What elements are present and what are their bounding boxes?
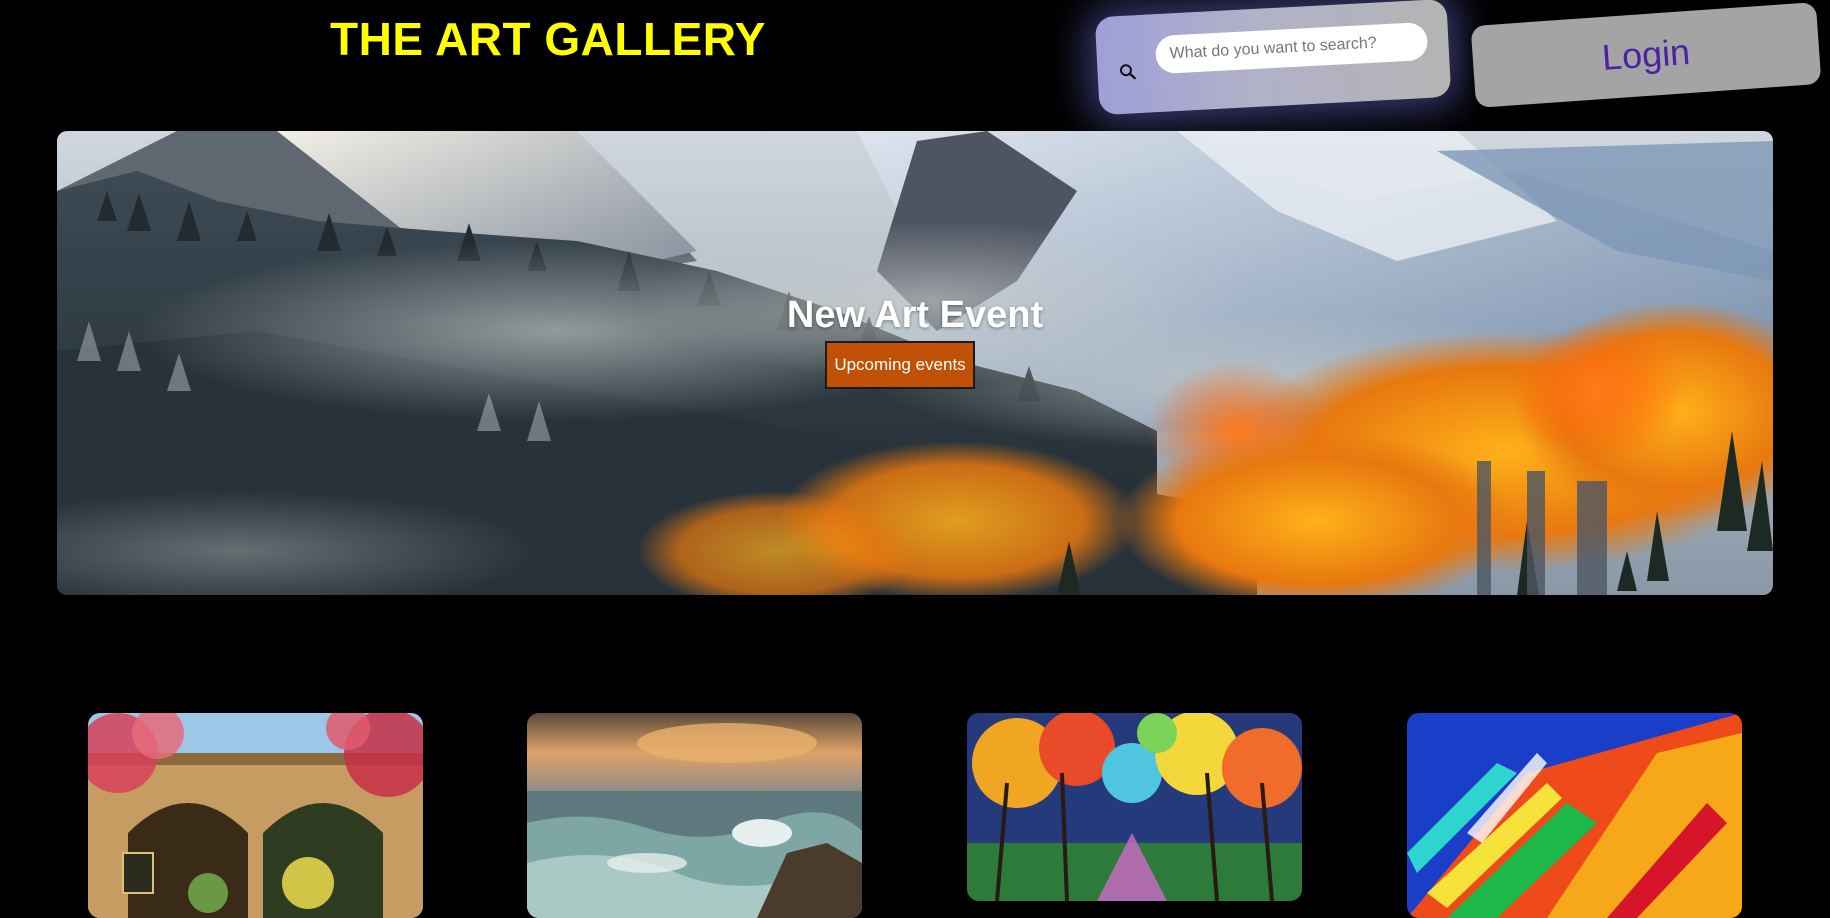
search-input[interactable]: [1154, 21, 1429, 75]
search-bar: [1094, 0, 1452, 116]
page: THE ART GALLERY Login: [0, 0, 1830, 918]
upcoming-events-button[interactable]: Upcoming events: [825, 341, 975, 389]
search-icon[interactable]: [1119, 63, 1136, 80]
site-title: THE ART GALLERY: [330, 13, 766, 65]
gallery-card-abstract[interactable]: [1407, 713, 1742, 918]
login-button[interactable]: Login: [1470, 2, 1822, 108]
seascape-painting-image: [527, 713, 862, 918]
abstract-painting-image: [1407, 713, 1742, 918]
autumn-trees-painting-image: [967, 713, 1302, 901]
gallery-card-seascape[interactable]: [527, 713, 862, 918]
gallery-card-garden[interactable]: [88, 713, 423, 918]
hero-banner: New Art Event Upcoming events: [57, 131, 1773, 595]
hero-title: New Art Event: [786, 294, 1044, 336]
gallery-card-autumn-trees[interactable]: [967, 713, 1302, 901]
garden-painting-image: [88, 713, 423, 918]
